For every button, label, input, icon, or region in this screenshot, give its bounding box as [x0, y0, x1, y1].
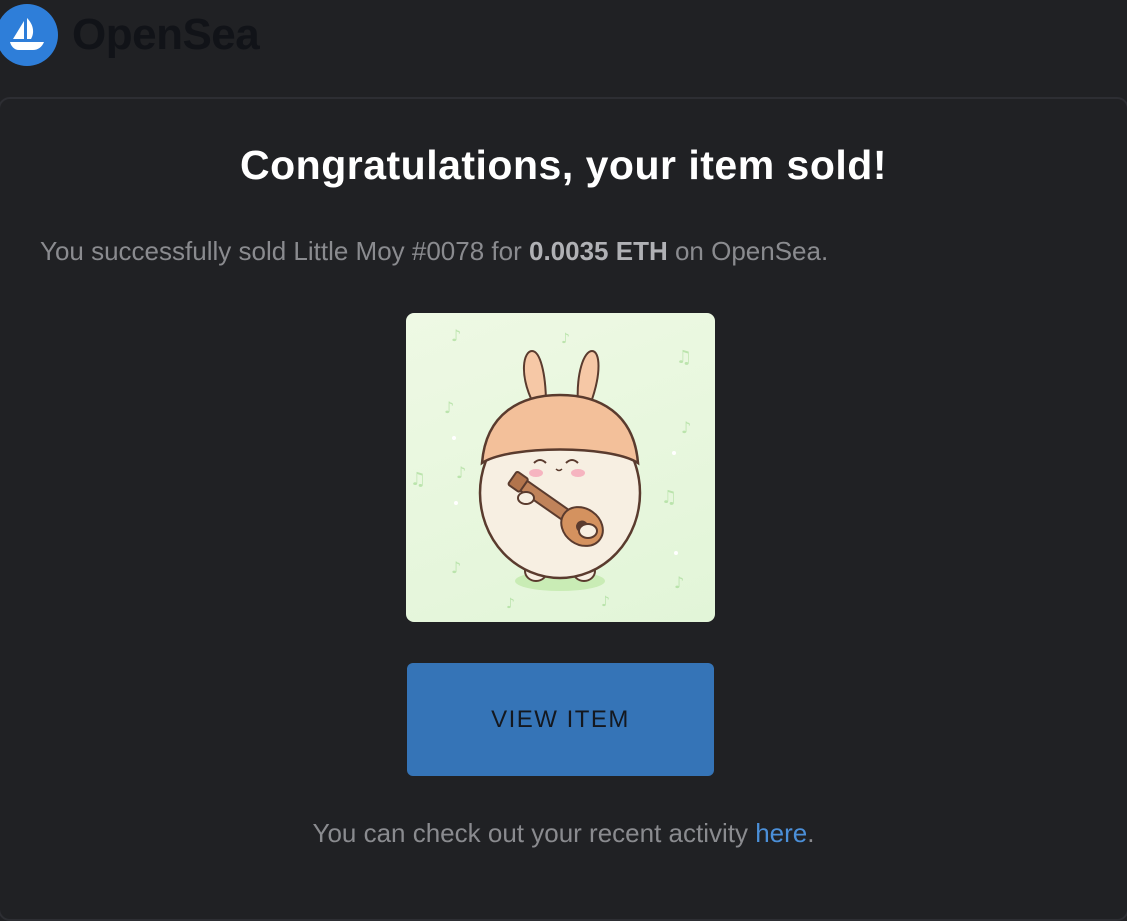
svg-text:♪: ♪	[681, 418, 691, 437]
view-item-button[interactable]: VIEW ITEM	[407, 663, 714, 776]
sale-message-prefix: You successfully sold Little Moy #0078 f…	[40, 236, 529, 266]
svg-text:♪: ♪	[506, 596, 515, 612]
svg-text:♪: ♪	[601, 594, 610, 610]
svg-text:♪: ♪	[456, 463, 466, 482]
svg-text:♫: ♫	[676, 347, 692, 368]
recent-activity-message: You can check out your recent activity h…	[0, 818, 1127, 849]
svg-text:♪: ♪	[451, 558, 461, 577]
page-title: Congratulations, your item sold!	[240, 142, 887, 188]
sale-message: You successfully sold Little Moy #0078 f…	[40, 236, 828, 267]
svg-text:♪: ♪	[444, 398, 454, 417]
sale-price: 0.0035 ETH	[528, 236, 668, 266]
nft-item-image[interactable]: ♪ ♪ ♫ ♪ ♪ ♪ ♫ ♫ ♪ ♪ ♪ ♪	[406, 313, 715, 622]
bunny-with-ukulele-illustration: ♪ ♪ ♫ ♪ ♪ ♪ ♫ ♫ ♪ ♪ ♪ ♪	[410, 326, 692, 612]
brand-name[interactable]: OpenSea	[72, 10, 260, 60]
sailboat-icon[interactable]	[0, 4, 58, 66]
svg-text:♪: ♪	[561, 331, 570, 347]
svg-text:♫: ♫	[661, 487, 677, 508]
recent-activity-link[interactable]: here	[755, 818, 807, 848]
recent-activity-suffix: .	[807, 818, 815, 848]
svg-text:♪: ♪	[674, 573, 684, 592]
svg-text:♫: ♫	[410, 469, 426, 490]
recent-activity-prefix: You can check out your recent activity	[312, 818, 756, 848]
sale-message-suffix: on OpenSea.	[667, 236, 829, 266]
header: OpenSea	[0, 0, 1127, 70]
svg-text:♪: ♪	[451, 326, 461, 345]
